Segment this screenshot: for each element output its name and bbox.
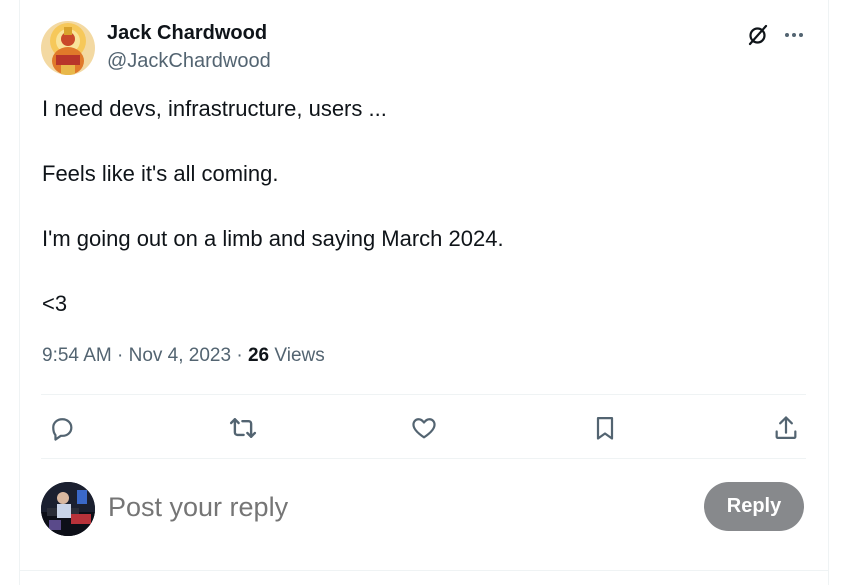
separator: · xyxy=(117,345,124,366)
share-icon[interactable] xyxy=(766,408,806,448)
tweet-paragraph: I need devs, infrastructure, users ... xyxy=(42,96,387,121)
tweet-meta: 9:54 AM · Nov 4, 2023 · 26 Views xyxy=(42,345,325,367)
tweet-paragraph: <3 xyxy=(42,291,68,316)
reply-input[interactable] xyxy=(108,488,668,526)
reply-icon[interactable] xyxy=(42,408,82,448)
author-avatar[interactable] xyxy=(41,21,95,75)
tweet-text: I need devs, infrastructure, users ... F… xyxy=(42,96,802,356)
tweet-date[interactable]: Nov 4, 2023 xyxy=(129,345,231,366)
more-icon[interactable] xyxy=(781,22,807,48)
reply-button[interactable]: Reply xyxy=(704,482,804,531)
retweet-icon[interactable] xyxy=(223,408,263,448)
divider xyxy=(41,394,806,395)
tweet-paragraph: Feels like it's all coming. xyxy=(42,161,279,186)
bookmark-icon[interactable] xyxy=(585,408,625,448)
like-icon[interactable] xyxy=(404,408,444,448)
separator: · xyxy=(236,345,243,366)
divider xyxy=(19,570,829,571)
tweet-paragraph: I'm going out on a limb and saying March… xyxy=(42,226,504,251)
tweet-time[interactable]: 9:54 AM xyxy=(42,345,112,366)
views-label[interactable]: Views xyxy=(274,345,324,366)
author-handle[interactable]: @JackChardwood xyxy=(107,50,271,73)
user-avatar[interactable] xyxy=(41,482,95,536)
views-count[interactable]: 26 xyxy=(248,345,269,366)
grok-icon[interactable] xyxy=(745,22,771,48)
divider xyxy=(41,458,806,459)
author-name[interactable]: Jack Chardwood xyxy=(107,22,267,45)
